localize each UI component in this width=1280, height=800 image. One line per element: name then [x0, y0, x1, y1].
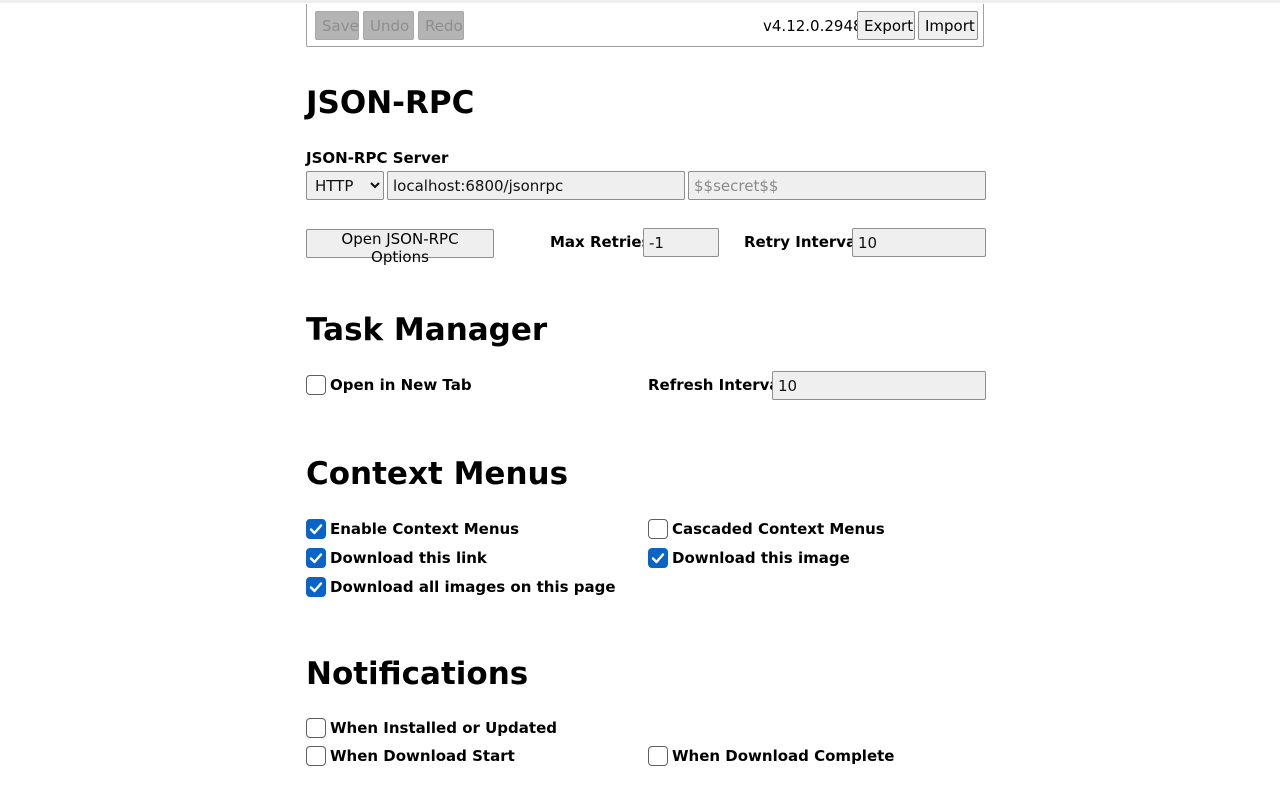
- undo-button[interactable]: Undo: [363, 11, 414, 40]
- open-new-tab-label: Open in New Tab: [330, 376, 472, 394]
- download-link-checkbox[interactable]: [306, 548, 326, 568]
- notify-installed-label: When Installed or Updated: [330, 719, 557, 737]
- max-retries-input[interactable]: [643, 228, 719, 257]
- download-link-row[interactable]: Download this link: [306, 547, 487, 569]
- toolbar: Save Undo Redo v4.12.0.2948 Export Impor…: [306, 4, 984, 47]
- cascaded-context-menus-label: Cascaded Context Menus: [672, 520, 885, 538]
- download-all-images-label: Download all images on this page: [330, 578, 616, 596]
- notify-download-start-label: When Download Start: [330, 747, 515, 765]
- notify-download-complete-row[interactable]: When Download Complete: [648, 745, 894, 767]
- jsonrpc-server-label: JSON-RPC Server: [306, 149, 449, 167]
- notify-installed-row[interactable]: When Installed or Updated: [306, 717, 557, 739]
- max-retries-label: Max Retries: [550, 233, 651, 251]
- checkmark-icon: [651, 553, 665, 564]
- retry-interval-input[interactable]: [852, 228, 986, 257]
- notify-installed-checkbox[interactable]: [306, 718, 326, 738]
- protocol-select[interactable]: HTTP: [306, 171, 384, 200]
- download-image-row[interactable]: Download this image: [648, 547, 850, 569]
- download-image-checkbox[interactable]: [648, 548, 668, 568]
- refresh-interval-input[interactable]: [772, 371, 986, 400]
- enable-context-menus-label: Enable Context Menus: [330, 520, 520, 538]
- download-all-images-row[interactable]: Download all images on this page: [306, 576, 616, 598]
- download-image-label: Download this image: [672, 549, 850, 567]
- notifications-heading: Notifications: [306, 656, 529, 692]
- top-strip: [0, 0, 1280, 3]
- cascaded-context-menus-row[interactable]: Cascaded Context Menus: [648, 518, 885, 540]
- enable-context-menus-row[interactable]: Enable Context Menus: [306, 518, 519, 540]
- open-new-tab-checkbox-row[interactable]: Open in New Tab: [306, 374, 472, 396]
- notify-download-start-row[interactable]: When Download Start: [306, 745, 515, 767]
- checkmark-icon: [309, 582, 323, 593]
- save-button[interactable]: Save: [315, 11, 359, 40]
- jsonrpc-host-input[interactable]: [387, 171, 685, 200]
- export-button[interactable]: Export: [857, 11, 915, 40]
- enable-context-menus-checkbox[interactable]: [306, 519, 326, 539]
- notify-download-start-checkbox[interactable]: [306, 746, 326, 766]
- version-label: v4.12.0.2948: [763, 17, 863, 35]
- redo-button[interactable]: Redo: [418, 11, 464, 40]
- notify-download-complete-checkbox[interactable]: [648, 746, 668, 766]
- download-link-label: Download this link: [330, 549, 487, 567]
- open-jsonrpc-options-button[interactable]: Open JSON-RPC Options: [306, 229, 494, 266]
- open-new-tab-checkbox[interactable]: [306, 375, 326, 395]
- jsonrpc-heading: JSON-RPC: [306, 85, 475, 121]
- checkmark-icon: [309, 524, 323, 535]
- import-button[interactable]: Import: [918, 11, 978, 40]
- checkmark-icon: [309, 553, 323, 564]
- retry-interval-label: Retry Interval: [744, 233, 862, 251]
- jsonrpc-secret-input[interactable]: [688, 171, 986, 200]
- context-menus-heading: Context Menus: [306, 456, 569, 492]
- task-manager-heading: Task Manager: [306, 312, 548, 348]
- notify-download-complete-label: When Download Complete: [672, 747, 895, 765]
- download-all-images-checkbox[interactable]: [306, 577, 326, 597]
- refresh-interval-label: Refresh Interval: [648, 376, 785, 394]
- cascaded-context-menus-checkbox[interactable]: [648, 519, 668, 539]
